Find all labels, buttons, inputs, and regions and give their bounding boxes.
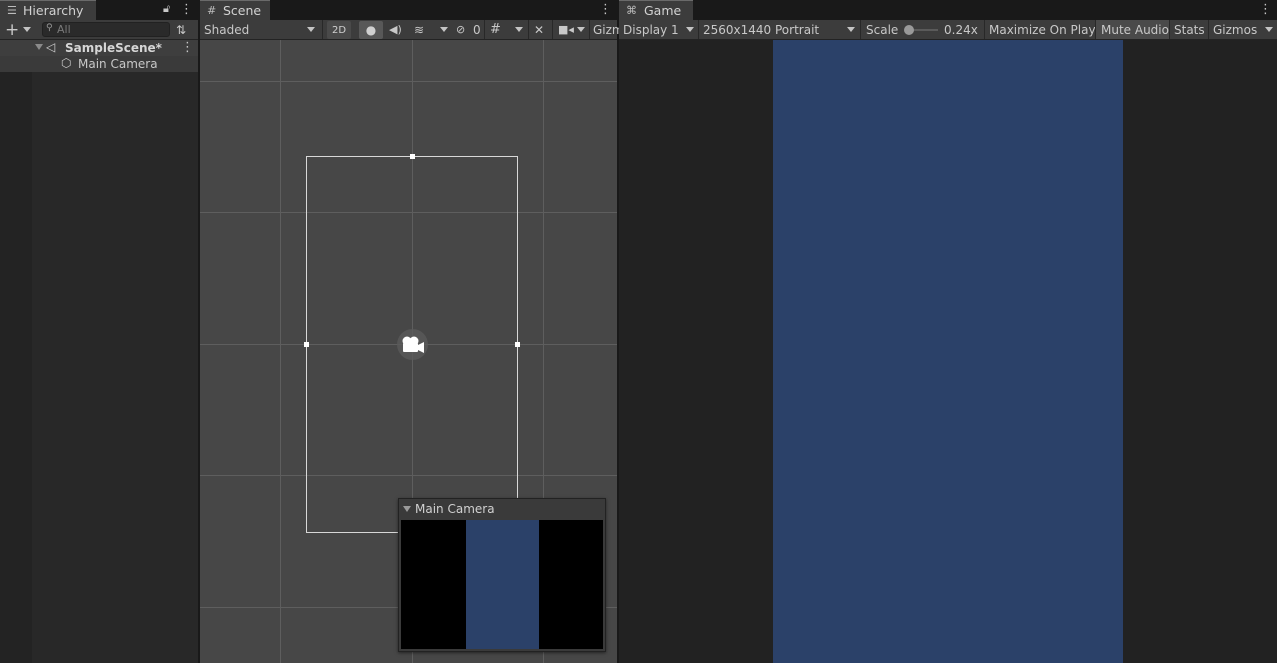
foldout-arrow-icon[interactable] xyxy=(403,506,411,512)
toolbar-separator xyxy=(589,20,590,39)
maximize-on-play-button[interactable]: Maximize On Play xyxy=(989,20,1096,39)
toolbar-separator xyxy=(1208,20,1209,39)
hierarchy-tabbar: ☰ Hierarchy 🔓︎ ⋮ xyxy=(0,0,198,20)
resolution-dropdown[interactable]: 2560x1440 Portrait xyxy=(703,20,859,39)
search-input[interactable]: ⚲ All xyxy=(42,22,170,37)
foldout-arrow-icon[interactable] xyxy=(35,44,43,50)
frustum-handle[interactable] xyxy=(410,154,415,159)
tab-game[interactable]: ⌘ Game xyxy=(619,0,693,20)
tools-icon[interactable]: ✕ xyxy=(534,20,544,39)
list-item[interactable]: ⬡ Main Camera xyxy=(0,56,198,72)
tab-game-label: Game xyxy=(644,3,682,18)
hidden-objects-icon[interactable]: ⊘ xyxy=(456,20,465,39)
shading-mode-label: Shaded xyxy=(204,22,250,37)
toggle-2d-button[interactable]: 2D xyxy=(327,21,351,39)
toolbar-separator xyxy=(1169,20,1170,39)
tab-hierarchy[interactable]: ☰ Hierarchy xyxy=(0,0,96,20)
chevron-down-icon[interactable] xyxy=(577,27,585,32)
chevron-down-icon[interactable] xyxy=(515,27,523,32)
toolbar-separator xyxy=(552,20,553,39)
scene-row[interactable]: ◁ SampleScene* ⋮ xyxy=(0,40,198,56)
toolbar-separator xyxy=(698,20,699,39)
effects-icon[interactable]: ≋ xyxy=(414,20,424,39)
toggle-2d-label: 2D xyxy=(331,24,347,36)
camera-preview-image xyxy=(401,520,603,649)
scene-tabbar: # Scene ⋮ xyxy=(200,0,617,20)
audio-icon[interactable]: ◀) xyxy=(389,20,402,39)
hierarchy-toolbar: + ⚲ All ⇅ xyxy=(0,20,198,40)
chevron-down-icon[interactable] xyxy=(440,27,448,32)
scene-name: SampleScene* xyxy=(65,41,162,55)
tab-hierarchy-label: Hierarchy xyxy=(23,3,84,18)
display-label: Display 1 xyxy=(623,22,679,37)
lightbulb-icon: ● xyxy=(365,23,377,37)
list-icon: ☰ xyxy=(7,4,17,17)
scene-viewport[interactable]: Main Camera xyxy=(200,40,617,663)
game-view-render xyxy=(773,40,1123,663)
chevron-down-icon xyxy=(307,27,315,32)
grid-hash-icon: # xyxy=(207,4,217,17)
toolbar-separator xyxy=(484,20,485,39)
search-placeholder: All xyxy=(57,23,71,36)
camera-preview-header[interactable]: Main Camera xyxy=(399,499,605,519)
hidden-count: 0 xyxy=(473,22,481,37)
camera-preview-title: Main Camera xyxy=(415,502,495,516)
tab-scene-label: Scene xyxy=(223,3,262,18)
resolution-label: 2560x1440 Portrait xyxy=(703,22,820,37)
search-icon: ⚲ xyxy=(46,23,53,33)
chevron-down-icon[interactable] xyxy=(1265,27,1273,32)
hierarchy-panel: ☰ Hierarchy 🔓︎ ⋮ + ⚲ All ⇅ ◁ SampleScene… xyxy=(0,0,198,663)
game-tabbar: ⌘ Game ⋮ xyxy=(619,0,1277,20)
scale-slider-handle[interactable] xyxy=(904,25,914,35)
toolbar-separator xyxy=(860,20,861,39)
game-viewport[interactable] xyxy=(619,40,1277,663)
scale-label: Scale xyxy=(866,22,899,37)
camera-gizmo-icon[interactable] xyxy=(397,329,428,360)
camera-icon[interactable]: ■◂ xyxy=(558,20,574,39)
toolbar-separator xyxy=(322,20,323,39)
chevron-down-icon xyxy=(847,27,855,32)
scale-value: 0.24x xyxy=(944,22,978,37)
camera-preview-window[interactable]: Main Camera xyxy=(398,498,606,652)
frustum-handle[interactable] xyxy=(515,342,520,347)
game-toolbar: Display 1 2560x1440 Portrait Scale 0.24x… xyxy=(619,20,1277,40)
unity-scene-icon: ◁ xyxy=(46,40,56,54)
tab-scene[interactable]: # Scene xyxy=(200,0,270,20)
toolbar-separator xyxy=(984,20,985,39)
hierarchy-gutter xyxy=(0,40,32,663)
game-menu-icon[interactable]: ⋮ xyxy=(1259,2,1272,18)
chevron-down-icon xyxy=(686,27,694,32)
frustum-handle[interactable] xyxy=(304,342,309,347)
scene-toolbar: Shaded 2D ● ◀) ≋ ⊘ 0 # ✕ ■◂ Gizm xyxy=(200,20,624,40)
add-icon[interactable]: + xyxy=(5,20,19,40)
gameobject-cube-icon: ⬡ xyxy=(61,56,72,70)
sort-icon[interactable]: ⇅ xyxy=(176,20,186,39)
scene-panel: # Scene ⋮ Shaded 2D ● ◀) ≋ ⊘ 0 # ✕ ■◂ Gi… xyxy=(200,0,624,663)
lighting-toggle-button[interactable]: ● xyxy=(359,21,383,39)
gizmos-button[interactable]: Gizmos xyxy=(1213,20,1257,39)
shading-mode-dropdown[interactable]: Shaded xyxy=(204,20,320,39)
grid-snap-icon[interactable]: # xyxy=(490,20,501,39)
gamepad-icon: ⌘ xyxy=(626,4,637,17)
chevron-down-icon[interactable] xyxy=(23,27,31,32)
game-panel: ⌘ Game ⋮ Display 1 2560x1440 Portrait Sc… xyxy=(619,0,1277,663)
toolbar-separator xyxy=(528,20,529,39)
scene-menu-icon[interactable]: ⋮ xyxy=(599,2,612,18)
movie-camera-icon xyxy=(402,336,424,353)
scene-menu-icon[interactable]: ⋮ xyxy=(181,40,194,56)
camera-preview-view xyxy=(466,520,539,649)
hierarchy-menu-icon[interactable]: ⋮ xyxy=(180,2,193,18)
mute-audio-button[interactable]: Mute Audio xyxy=(1101,20,1169,39)
stats-button[interactable]: Stats xyxy=(1174,20,1205,39)
list-item-label: Main Camera xyxy=(78,57,158,71)
lock-icon[interactable]: 🔓︎ xyxy=(163,2,170,16)
